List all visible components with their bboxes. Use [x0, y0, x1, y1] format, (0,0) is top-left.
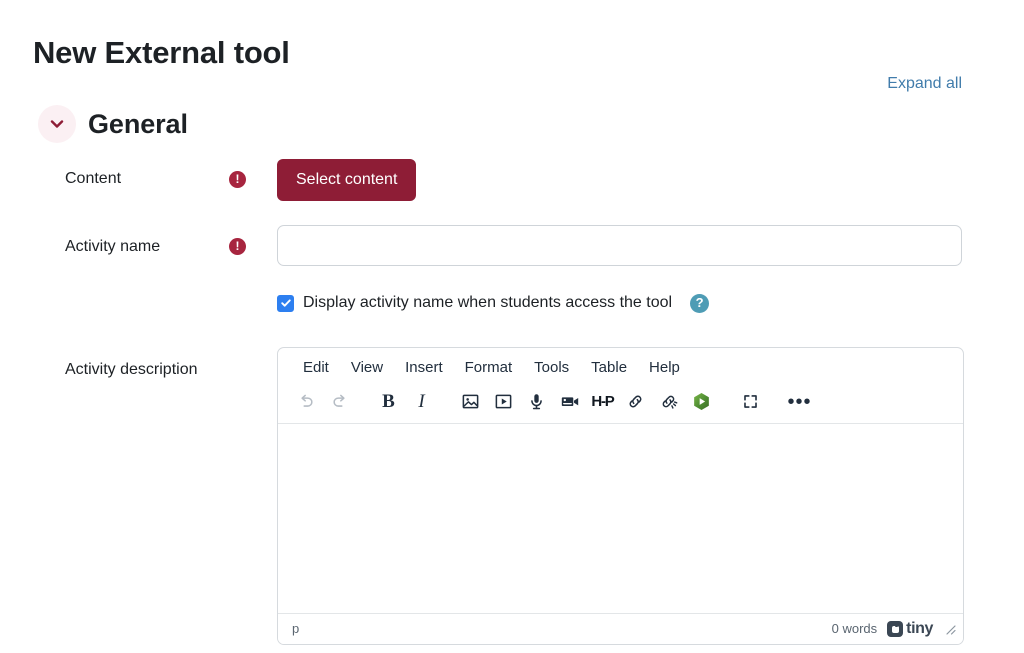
- activity-name-required-icon: !: [229, 238, 246, 255]
- microphone-icon[interactable]: [520, 386, 553, 417]
- word-count: 0 words: [831, 621, 878, 636]
- editor-toolbar: B I H-P •••: [278, 383, 963, 423]
- expand-all-link[interactable]: Expand all: [887, 73, 962, 95]
- select-content-button[interactable]: Select content: [277, 159, 417, 201]
- menu-item-format[interactable]: Format: [456, 355, 522, 381]
- tinymce-badge-icon: [887, 621, 904, 637]
- kaltura-media-icon[interactable]: [685, 386, 718, 417]
- menu-item-insert[interactable]: Insert: [396, 355, 452, 381]
- tinymce-wordmark: tiny: [906, 620, 933, 637]
- link-icon[interactable]: [619, 386, 652, 417]
- element-path[interactable]: p: [292, 621, 299, 637]
- bold-icon[interactable]: B: [372, 386, 405, 417]
- editor-content-area[interactable]: [278, 423, 963, 613]
- editor-resize-handle[interactable]: [943, 622, 957, 636]
- unlink-icon[interactable]: [652, 386, 685, 417]
- activity-name-label: Activity name: [65, 238, 161, 255]
- fullscreen-icon[interactable]: [734, 386, 767, 417]
- h5p-icon[interactable]: H-P: [586, 386, 619, 417]
- editor-status-bar: p 0 words tiny: [278, 613, 963, 644]
- display-activity-name-row: Display activity name when students acce…: [277, 292, 710, 314]
- help-icon[interactable]: ?: [690, 293, 710, 313]
- more-icon[interactable]: •••: [783, 386, 816, 417]
- menu-item-table[interactable]: Table: [582, 355, 636, 381]
- image-icon[interactable]: [454, 386, 487, 417]
- redo-icon[interactable]: [323, 386, 356, 417]
- section-title: General: [88, 109, 188, 139]
- content-label: Content: [65, 170, 122, 187]
- external-tool-form-page: New External tool Expand all General Con…: [0, 0, 1024, 653]
- tinymce-logo[interactable]: tiny: [887, 621, 933, 637]
- menu-item-edit[interactable]: Edit: [294, 355, 338, 381]
- menu-item-help[interactable]: Help: [640, 355, 689, 381]
- activity-description-label: Activity description: [65, 361, 198, 378]
- media-icon[interactable]: [487, 386, 520, 417]
- page-title: New External tool: [33, 34, 290, 70]
- menu-item-view[interactable]: View: [342, 355, 392, 381]
- activity-name-input[interactable]: [277, 225, 962, 266]
- editor-menubar: Edit View Insert Format Tools Table Help: [278, 348, 963, 383]
- display-activity-name-checkbox[interactable]: [277, 294, 294, 312]
- activity-description-editor: Edit View Insert Format Tools Table Help: [277, 347, 964, 645]
- content-required-icon: !: [229, 171, 246, 188]
- video-camera-icon[interactable]: [553, 386, 586, 417]
- undo-icon[interactable]: [290, 386, 323, 417]
- display-activity-name-label: Display activity name when students acce…: [303, 294, 673, 311]
- italic-icon[interactable]: I: [405, 386, 438, 417]
- chevron-down-icon[interactable]: [38, 105, 76, 143]
- section-header-general[interactable]: General: [38, 105, 188, 143]
- menu-item-tools[interactable]: Tools: [525, 355, 578, 381]
